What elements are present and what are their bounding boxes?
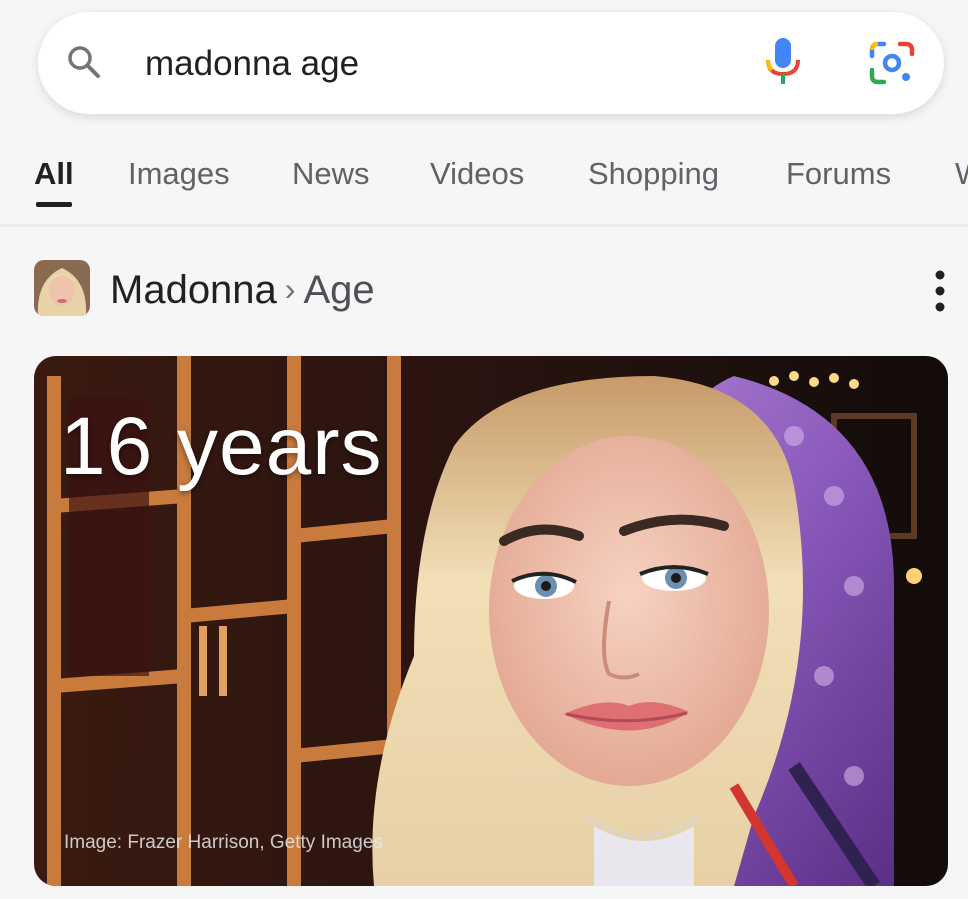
more-vert-icon[interactable] xyxy=(930,268,950,314)
search-icon[interactable] xyxy=(66,44,102,80)
search-tabs: All Images News Videos Shopping Forums W xyxy=(0,150,968,214)
tab-web-partial[interactable]: W xyxy=(955,156,968,192)
lens-icon[interactable] xyxy=(868,40,916,86)
image-credit: Image: Frazer Harrison, Getty Images xyxy=(64,832,383,853)
breadcrumb-separator: › xyxy=(284,271,296,307)
breadcrumb-entity[interactable]: Madonna xyxy=(110,268,277,312)
age-value: 16 years xyxy=(60,401,383,492)
mic-icon[interactable] xyxy=(762,36,804,86)
tab-images[interactable]: Images xyxy=(128,156,230,192)
tab-news[interactable]: News xyxy=(292,156,370,192)
search-input[interactable]: madonna age xyxy=(145,44,359,84)
breadcrumb-attribute: Age xyxy=(303,268,375,312)
tab-active-indicator xyxy=(36,202,72,207)
breadcrumb[interactable]: Madonna › Age xyxy=(110,268,375,313)
tab-forums[interactable]: Forums xyxy=(786,156,891,192)
divider xyxy=(0,224,968,227)
tab-videos[interactable]: Videos xyxy=(430,156,524,192)
tab-all[interactable]: All xyxy=(34,156,74,192)
tab-shopping[interactable]: Shopping xyxy=(588,156,719,192)
avatar xyxy=(34,260,90,316)
